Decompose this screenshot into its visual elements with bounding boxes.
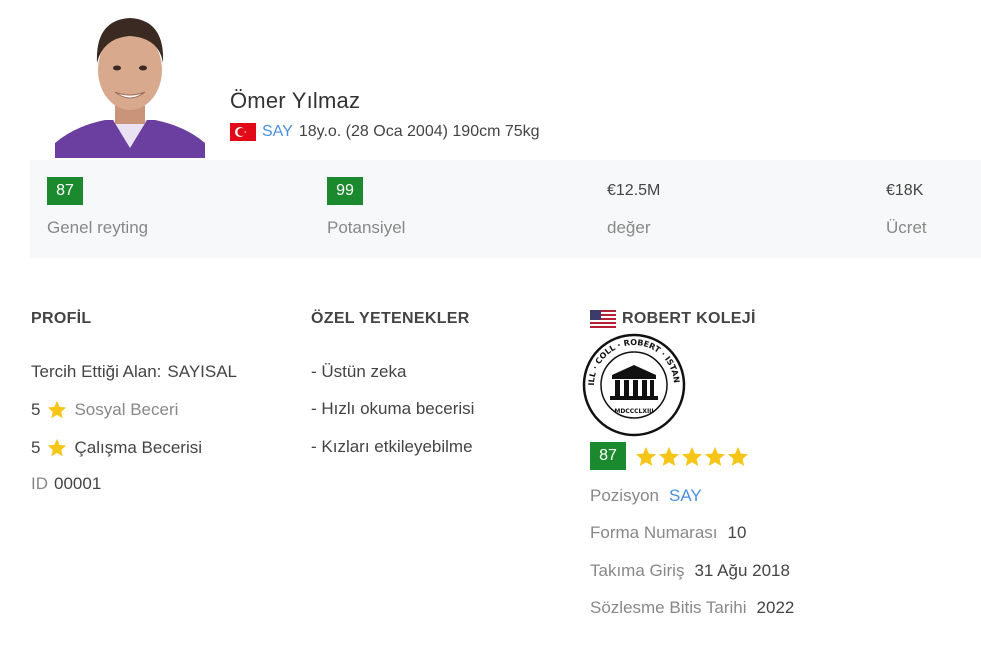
star-icon: [703, 445, 725, 467]
stat-label: Genel reyting: [47, 218, 149, 237]
id-label: ID: [31, 474, 48, 493]
stat-label: değer: [607, 218, 651, 237]
school-position-row: Pozisyon SAY: [590, 486, 702, 506]
school-name[interactable]: ROBERT KOLEJİ: [622, 310, 756, 328]
value-amount: €12.5M: [607, 182, 661, 199]
player-details: 18y.o. (28 Oca 2004) 190cm 75kg: [298, 123, 540, 140]
skill-item: - Kızları etkileyebilme: [311, 437, 473, 456]
star-rating: [634, 445, 748, 467]
jersey-number-label: Forma Numarası: [590, 523, 718, 542]
player-meta: SAY 18y.o. (28 Oca 2004) 190cm 75kg: [230, 123, 540, 141]
star-icon: [46, 437, 68, 459]
star-icon: [634, 445, 656, 467]
contract-end-value: 2022: [756, 598, 795, 617]
stat-potential: 99 Potansiyel: [327, 177, 405, 238]
star-icon: [680, 445, 702, 467]
usa-flag-icon: [590, 310, 616, 328]
wage-amount: €18K: [886, 182, 924, 199]
star-icon: [726, 445, 748, 467]
player-position-link[interactable]: SAY: [262, 123, 293, 141]
join-date-label: Takıma Giriş: [590, 561, 685, 580]
work-skill-value: 5: [31, 438, 41, 457]
star-icon: [657, 445, 679, 467]
social-skill-label: Sosyal Beceri: [74, 400, 179, 419]
school-header: ROBERT KOLEJİ: [590, 310, 756, 328]
social-skill-value: 5: [31, 400, 41, 419]
jersey-number-value: 10: [727, 523, 747, 542]
id-value: 00001: [54, 474, 102, 493]
star-icon: [46, 399, 68, 421]
seal-numeral: MDCCCLXIII: [614, 408, 653, 415]
profile-title: PROFİL: [31, 310, 92, 327]
id-row: ID 00001: [31, 474, 101, 494]
overall-rating-badge: 87: [47, 177, 83, 205]
stat-value-worth: €12.5M değer: [607, 177, 660, 238]
stat-label: Potansiyel: [327, 218, 406, 237]
player-name: Ömer Yılmaz: [230, 88, 361, 113]
jersey-number-row: Forma Numarası 10: [590, 523, 746, 543]
join-date-row: Takıma Giriş 31 Ağu 2018: [590, 561, 790, 581]
stat-wage: €18K Ücret: [886, 177, 927, 238]
skill-item: - Üstün zeka: [311, 362, 407, 381]
work-skill-row: 5 Çalışma Becerisi: [31, 437, 202, 459]
position-label: Pozisyon: [590, 486, 659, 505]
contract-end-row: Sözlesme Bitis Tarihi 2022: [590, 598, 794, 618]
work-skill-label: Çalışma Becerisi: [74, 438, 203, 457]
special-skills-title: ÖZEL YETENEKLER: [311, 310, 470, 327]
turkey-flag-icon: [230, 123, 256, 141]
stat-overall: 87 Genel reyting: [47, 177, 148, 238]
player-photo: [55, 8, 205, 158]
contract-end-label: Sözlesme Bitis Tarihi: [590, 598, 747, 617]
stats-bar: 87 Genel reyting 99 Potansiyel €12.5M de…: [30, 160, 981, 258]
stat-label: Ücret: [886, 218, 927, 237]
school-rating-row: 87: [590, 442, 748, 470]
join-date-value: 31 Ağu 2018: [694, 561, 790, 580]
preferred-field-value: SAYISAL: [167, 362, 238, 381]
school-rating-badge: 87: [590, 442, 626, 470]
position-link[interactable]: SAY: [669, 486, 702, 506]
preferred-field-row: Tercih Ettiği Alan: SAYISAL: [31, 362, 237, 382]
potential-rating-badge: 99: [327, 177, 363, 205]
preferred-field-label: Tercih Ettiği Alan:: [31, 362, 162, 381]
social-skill-row: 5 Sosyal Beceri: [31, 399, 178, 421]
school-seal-logo: SIGILL · COLL · ROBERT · ISTANBUL MDCCCL…: [579, 326, 686, 437]
skill-item: - Hızlı okuma becerisi: [311, 399, 475, 418]
